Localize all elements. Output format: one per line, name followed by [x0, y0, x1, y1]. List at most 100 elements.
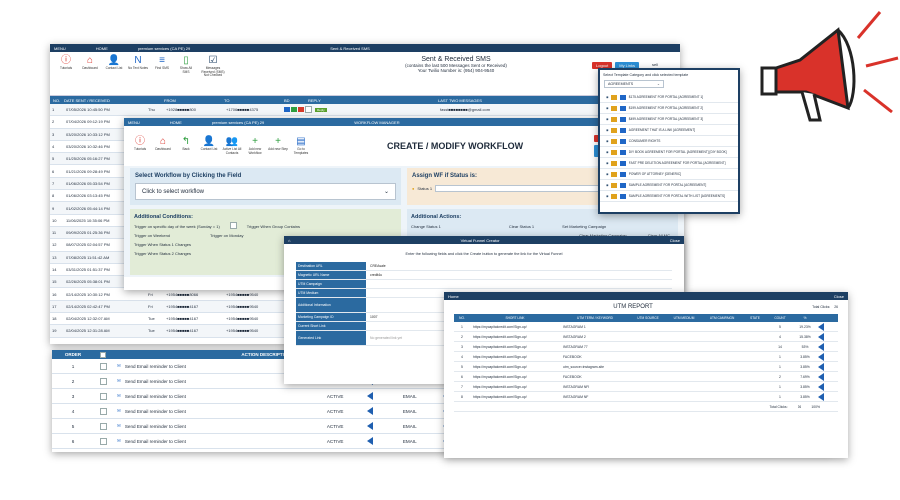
copy-icon[interactable]	[619, 116, 626, 122]
copy-icon[interactable]	[619, 138, 626, 144]
utm-row[interactable]: 8 https://mycapitalcredit.com/Sign-up/INS…	[454, 392, 838, 402]
workflow-select[interactable]: Click to select workflow ⌄	[135, 183, 396, 200]
eye-icon[interactable]: ◉	[606, 128, 609, 132]
tutorials-button[interactable]: ⓘ Tutorials	[130, 136, 150, 152]
templates-button[interactable]: ▤ Go to Templates	[291, 136, 311, 155]
copy-icon[interactable]	[619, 160, 626, 166]
utm-row[interactable]: 3 https://mycapitalcredit.com/Sign-up/INS…	[454, 342, 838, 352]
template-item[interactable]: ◉ $499 AGREEMENT FOR PORTAL [AGREEMENT 3]	[600, 114, 738, 125]
home-label[interactable]: HOME	[96, 46, 108, 51]
edit-icon[interactable]	[610, 138, 617, 144]
home-label[interactable]: ⌂	[288, 238, 290, 243]
menu-label[interactable]: MENU	[128, 120, 140, 125]
find-sms-button[interactable]: ≡ Find SMS	[152, 55, 172, 71]
eye-icon[interactable]: ◉	[606, 172, 609, 176]
close-button[interactable]: Close	[670, 238, 680, 243]
template-category-select[interactable]: AGREEMENTS ⌄	[604, 80, 664, 88]
step-checkbox[interactable]	[100, 422, 107, 430]
select-all-checkbox[interactable]	[100, 351, 106, 358]
arrow-left-icon[interactable]	[818, 322, 824, 331]
row-checkbox[interactable]	[305, 106, 312, 114]
copy-icon[interactable]	[619, 193, 626, 199]
copy-icon[interactable]	[619, 182, 626, 188]
dashboard-button[interactable]: ⌂ Dashboard	[153, 136, 173, 152]
add-workflow-button[interactable]: + Add new Workflow	[245, 136, 265, 155]
step-checkbox[interactable]	[100, 392, 107, 400]
utm-row[interactable]: 7 https://mycapitalcredit.com/Sign-up/INS…	[454, 382, 838, 392]
utm-row[interactable]: 1 https://mycapitalcredit.com/Sign-up/INS…	[454, 322, 838, 332]
copy-icon[interactable]	[619, 149, 626, 155]
eye-icon[interactable]: ◉	[606, 139, 609, 143]
not-checked-button[interactable]: ☑ Messages Received (SMS) Not Checked	[200, 55, 226, 78]
edit-icon[interactable]	[610, 160, 617, 166]
template-item[interactable]: ◉ FAST PRE DELETION AGREEMENT FOR PORTAL …	[600, 158, 738, 169]
template-item[interactable]: ◉ POWER OF ATTORNEY [GENERIC]	[600, 169, 738, 180]
arrow-left-icon[interactable]	[366, 437, 373, 445]
arrow-left-icon[interactable]	[818, 382, 824, 391]
table-row[interactable]: 1 07/05/2026 10:45:50 PM Thu +1928■■■■■800 +…	[50, 104, 680, 117]
copy-icon[interactable]	[619, 105, 626, 111]
edit-icon[interactable]	[610, 94, 617, 100]
template-item[interactable]: ◉ SAMPLE AGREEMENT FOR PORTAL WITH LIST […	[600, 191, 738, 202]
home-label[interactable]: Home	[448, 294, 459, 299]
show-all-sms-button[interactable]: ▯ Show All SMS	[176, 55, 196, 74]
add-step-button[interactable]: + Add new Step	[268, 136, 288, 152]
edit-icon[interactable]	[610, 105, 617, 111]
edit-icon[interactable]	[610, 182, 617, 188]
contact-list-button[interactable]: 👤 Contact List	[104, 55, 124, 71]
dashboard-button[interactable]: ⌂ Dashboard	[80, 55, 100, 71]
utm-row[interactable]: 5 https://mycapitalcredit.com/Sign-up/utm…	[454, 362, 838, 372]
arrow-left-icon[interactable]	[818, 332, 824, 341]
edit-icon[interactable]	[610, 127, 617, 133]
call-button[interactable]	[291, 107, 297, 113]
template-item[interactable]: ◉ SAMPLE AGREEMENT FOR PORTAL [AGREEMENT]	[600, 180, 738, 191]
vf-input[interactable]: credit4u	[366, 273, 672, 277]
utm-row[interactable]: 6 https://mycapitalcredit.com/Sign-up/FAC…	[454, 372, 838, 382]
close-button[interactable]: Close	[834, 294, 844, 299]
eye-icon[interactable]: ◉	[606, 161, 609, 165]
group-checkbox[interactable]	[229, 222, 237, 229]
contact-list-button[interactable]: 👤 Contact List	[199, 136, 219, 152]
utm-row[interactable]: 2 https://mycapitalcredit.com/Sign-up/INS…	[454, 332, 838, 342]
tutorials-button[interactable]: ⓘ Tutorials	[56, 55, 76, 71]
view-button[interactable]	[284, 107, 290, 113]
no-text-notes-button[interactable]: N No Text Notes	[128, 55, 148, 71]
eye-icon[interactable]: ◉	[606, 95, 609, 99]
template-item[interactable]: ◉ DIY BOOK AGREEMENT FOR PORTAL [AGREEMEN…	[600, 147, 738, 158]
eye-icon[interactable]: ◉	[606, 194, 609, 198]
step-checkbox[interactable]	[100, 377, 107, 385]
copy-icon[interactable]	[619, 171, 626, 177]
active-list-button[interactable]: 👥 Active List All Contacts	[222, 136, 242, 155]
edit-icon[interactable]	[610, 171, 617, 177]
home-label[interactable]: HOME	[170, 120, 182, 125]
arrow-left-icon[interactable]	[818, 342, 824, 351]
step-checkbox[interactable]	[100, 437, 107, 445]
eye-icon[interactable]: ◉	[606, 150, 609, 154]
arrow-left-icon[interactable]	[818, 362, 824, 371]
menu-label[interactable]: MENU	[54, 46, 66, 51]
arrow-left-icon[interactable]	[366, 422, 373, 430]
eye-icon[interactable]: ◉	[606, 117, 609, 121]
copy-icon[interactable]	[619, 127, 626, 133]
template-item[interactable]: ◉ $175 AGREEMENT FOR PORTAL [AGREEMENT 1]	[600, 92, 738, 103]
edit-icon[interactable]	[610, 149, 617, 155]
step-checkbox[interactable]	[100, 362, 107, 370]
arrow-left-icon[interactable]	[366, 407, 373, 415]
template-item[interactable]: ◉ CONSUMER RIGHTS	[600, 136, 738, 147]
vf-input[interactable]: CREAsale	[366, 264, 672, 268]
arrow-left-icon[interactable]	[818, 352, 824, 361]
arrow-left-icon[interactable]	[818, 392, 824, 401]
back-button[interactable]: ↰ Back	[176, 136, 196, 152]
template-item[interactable]: ◉ AGREEMENT THAT IS A LINK [AGREEMENT]	[600, 125, 738, 136]
template-item[interactable]: ◉ $199 AGREEMENT FOR PORTAL [AGREEMENT 2]	[600, 103, 738, 114]
eye-icon[interactable]: ◉	[606, 183, 609, 187]
utm-row[interactable]: 4 https://mycapitalcredit.com/Sign-up/FAC…	[454, 352, 838, 362]
delete-button[interactable]	[298, 107, 304, 113]
step-checkbox[interactable]	[100, 407, 107, 415]
arrow-left-icon[interactable]	[366, 392, 373, 400]
edit-icon[interactable]	[610, 193, 617, 199]
edit-icon[interactable]	[610, 116, 617, 122]
copy-icon[interactable]	[619, 94, 626, 100]
reply-button[interactable]: Reply	[315, 107, 327, 112]
eye-icon[interactable]: ◉	[606, 106, 609, 110]
